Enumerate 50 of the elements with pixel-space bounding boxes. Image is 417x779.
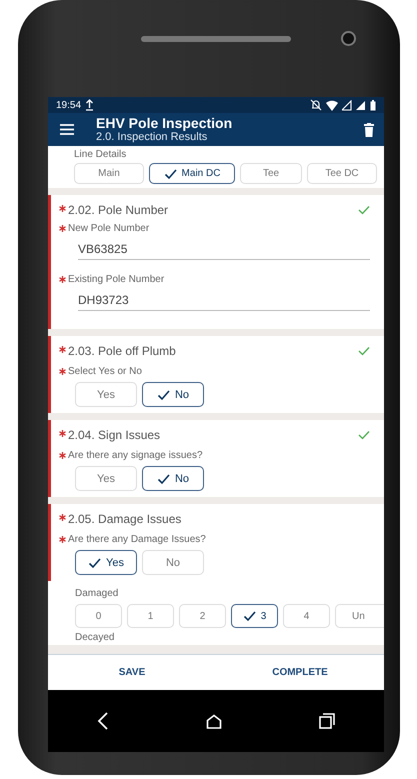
field-label: Are there any signage issues? (68, 450, 203, 461)
option-chip[interactable]: No (142, 382, 204, 407)
check-icon (164, 168, 178, 180)
clock-time: 19:54 (56, 100, 82, 110)
option-chip[interactable]: 4 (283, 604, 330, 628)
section-title: 2.05. Damage Issues (68, 512, 182, 526)
battery-icon (370, 100, 376, 110)
trash-icon (364, 122, 374, 136)
back-icon[interactable] (96, 712, 109, 730)
option-chip[interactable]: No (142, 466, 204, 491)
section-title: 2.04. Sign Issues (68, 428, 160, 442)
option-chip[interactable]: Main DC (149, 163, 235, 184)
signal-icon (356, 100, 366, 110)
option-chip[interactable]: Yes (75, 466, 137, 491)
field-label: Existing Pole Number (68, 274, 164, 285)
menu-icon (60, 124, 74, 135)
option-chip[interactable]: 0 (75, 604, 122, 628)
muted-bell-icon (310, 99, 322, 111)
field-label: Line Details (74, 149, 128, 160)
field-label: Select Yes or No (68, 366, 142, 377)
option-chip[interactable]: No (142, 550, 204, 575)
input-field[interactable]: VB63825 (78, 242, 370, 260)
field-label: Are there any Damage Issues? (68, 534, 206, 545)
check-icon (242, 610, 257, 622)
option-chip[interactable]: Yes (75, 382, 137, 407)
option-chip[interactable]: 3 (231, 604, 278, 628)
field-label: New Pole Number (68, 223, 150, 234)
signal-icon (342, 100, 352, 110)
camera-lens (341, 31, 356, 46)
option-chip[interactable]: Tee DC (307, 163, 377, 184)
option-chip[interactable]: Yes (75, 550, 137, 575)
check-icon (88, 556, 102, 568)
option-chip[interactable]: Main (74, 163, 144, 184)
field-label: Damaged (75, 588, 118, 599)
check-icon (156, 388, 171, 400)
check-icon (156, 472, 171, 484)
upload-icon (85, 99, 94, 111)
wifi-icon (326, 100, 338, 110)
field-label: Decayed (75, 632, 114, 643)
option-chip[interactable]: 2 (179, 604, 226, 628)
option-chip[interactable]: 1 (127, 604, 174, 628)
section-title: 2.02. Pole Number (68, 203, 168, 217)
page-subtitle: 2.0. Inspection Results (96, 131, 208, 144)
section-title: 2.03. Pole off Plumb (68, 344, 176, 358)
app-title: EHV Pole Inspection (96, 115, 234, 131)
recent-apps-icon[interactable] (319, 713, 336, 729)
input-field[interactable]: DH93723 (78, 293, 370, 311)
home-icon[interactable] (206, 714, 222, 728)
option-chip[interactable]: Tee (240, 163, 302, 184)
option-chip[interactable]: Un (335, 604, 384, 628)
